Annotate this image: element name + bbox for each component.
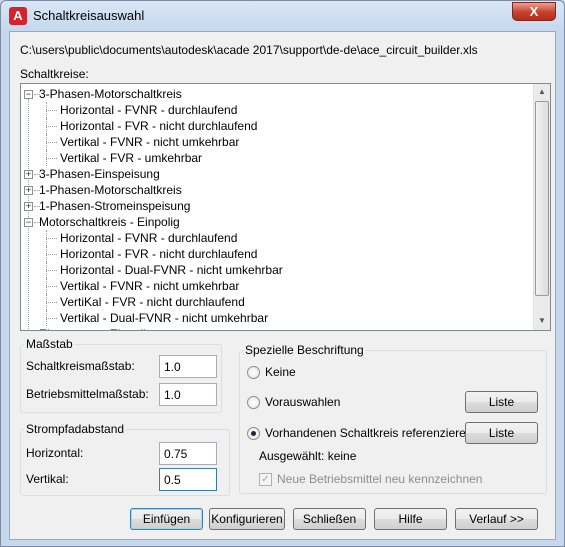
radio-reference-label[interactable]: Vorhandenen Schaltkreis referenzieren	[265, 426, 472, 440]
close-button[interactable]: Schließen	[293, 508, 366, 530]
selected-status: Ausgewählt: keine	[259, 449, 357, 463]
tree-leaf-node[interactable]: Horizontal - Dual-FVNR - nicht umkehrbar	[21, 262, 536, 278]
tree-connector	[46, 254, 57, 255]
expand-icon[interactable]: +	[24, 186, 33, 195]
tree-node-label: Motorschaltkreis - Einpolig	[39, 215, 180, 229]
radio-reference[interactable]	[247, 427, 260, 440]
insert-button[interactable]: Einfügen	[130, 508, 203, 530]
tree-node-label: Horizontal - Dual-FVNR - nicht umkehrbar	[60, 263, 283, 277]
radio-preselect[interactable]	[247, 396, 260, 409]
help-button[interactable]: Hilfe	[374, 508, 447, 530]
horizontal-spacing-input[interactable]	[159, 442, 217, 465]
configure-button[interactable]: Konfigurieren	[209, 508, 285, 530]
circuit-scale-input[interactable]	[159, 355, 217, 378]
tree-node-label: Horizontal - FVR - nicht durchlaufend	[60, 119, 258, 133]
vertical-spacing-label: Vertikal:	[26, 472, 69, 486]
scroll-down-icon[interactable]: ▼	[534, 313, 550, 329]
tree-node-label: 1-Phasen-Stromeinspeisung	[39, 199, 191, 213]
dialog-body: C:\users\public\documents\autodesk\acade…	[9, 31, 556, 540]
reference-list-button[interactable]: Liste	[465, 422, 538, 444]
annotation-legend: Spezielle Beschriftung	[243, 343, 366, 357]
horizontal-spacing-label: Horizontal:	[26, 446, 84, 460]
tree-scrollbar[interactable]: ▲ ▼	[533, 84, 550, 330]
tree-group-node[interactable]: +3-Phasen-Einspeisung	[21, 166, 536, 182]
tree-node-label: Vertikal - FVNR - nicht umkehrbar	[60, 135, 240, 149]
radio-preselect-label[interactable]: Vorauswahlen	[265, 395, 340, 409]
renumber-checkbox[interactable]: ✓	[259, 473, 272, 486]
scale-legend: Maßstab	[24, 337, 75, 351]
tree-node-label: Horizontal - FVNR - durchlaufend	[60, 103, 238, 117]
scroll-up-icon[interactable]: ▲	[534, 84, 550, 100]
dialog-window: A Schaltkreisauswahl X C:\users\public\d…	[0, 0, 565, 547]
tree-leaf-node[interactable]: VertiKal - FVR - nicht durchlaufend	[21, 294, 536, 310]
file-path: C:\users\public\documents\autodesk\acade…	[20, 43, 478, 57]
circuit-scale-label: Schaltkreismaßstab:	[26, 359, 135, 373]
tree-leaf-node[interactable]: Horizontal - FVR - nicht durchlaufend	[21, 246, 536, 262]
tree-connector	[46, 318, 57, 319]
component-scale-label: Betriebsmittelmaßstab:	[26, 387, 149, 401]
expand-icon[interactable]: +	[26, 330, 31, 331]
tree-connector	[46, 110, 57, 111]
tree-connector	[46, 270, 57, 271]
tree-group-node[interactable]: −3-Phasen-Motorschaltkreis	[21, 86, 536, 102]
history-button[interactable]: Verlauf >>	[455, 508, 538, 530]
tree-node-label: 3-Phasen-Einspeisung	[39, 167, 160, 181]
expand-icon[interactable]: +	[24, 170, 33, 179]
radio-none[interactable]	[247, 366, 260, 379]
tree-node-label: Horizontal - FVNR - durchlaufend	[60, 231, 238, 245]
tree-node-label: 3-Phasen-Motorschaltkreis	[39, 87, 182, 101]
collapse-icon[interactable]: −	[24, 218, 33, 227]
circuit-tree[interactable]: −3-Phasen-Motorschaltkreis Horizontal - F…	[20, 83, 551, 331]
tree-group-node[interactable]: +1-Phasen-Stromeinspeisung	[21, 198, 536, 214]
window-title: Schaltkreisauswahl	[33, 8, 145, 23]
tree-connector	[46, 126, 57, 127]
close-window-button[interactable]: X	[512, 2, 556, 21]
tree-leaf-node[interactable]: Vertikal - FVNR - nicht umkehrbar	[21, 134, 536, 150]
tree-leaf-node[interactable]: Vertikal - FVNR - nicht umkehrbar	[21, 278, 536, 294]
preselect-list-button[interactable]: Liste	[465, 391, 538, 413]
tree-node-label: Horizontal - FVR - nicht durchlaufend	[60, 247, 258, 261]
tree-connector	[46, 286, 57, 287]
tree-connector	[46, 302, 57, 303]
radio-none-label[interactable]: Keine	[265, 365, 296, 379]
tree-leaf-node[interactable]: Horizontal - FVNR - durchlaufend	[21, 230, 536, 246]
tree-connector	[46, 158, 57, 159]
tree-leaf-node[interactable]: Vertikal - Dual-FVNR - nicht umkehrbar	[21, 310, 536, 326]
autocad-logo-icon: A	[9, 7, 27, 25]
tree-leaf-node[interactable]: Horizontal - FVNR - durchlaufend	[21, 102, 536, 118]
tree-node-label: VertiKal - FVR - nicht durchlaufend	[60, 295, 245, 309]
tree-leaf-node[interactable]: Vertikal - FVR - umkehrbar	[21, 150, 536, 166]
tree-connector	[46, 238, 57, 239]
tree-node-label: Vertikal - Dual-FVNR - nicht umkehrbar	[60, 311, 269, 325]
tree-node-label: Vertikal - FVNR - nicht umkehrbar	[60, 279, 240, 293]
title-bar[interactable]: A Schaltkreisauswahl X	[1, 1, 564, 31]
vertical-spacing-input[interactable]	[159, 468, 217, 491]
tree-node-label: Elementares Einpolig	[39, 326, 152, 330]
circuits-label: Schaltkreise:	[20, 67, 89, 81]
renumber-checkbox-label[interactable]: Neue Betriebsmittel neu kennzeichnen	[277, 472, 482, 486]
tree-group-node[interactable]: + Elementares Einpolig	[21, 326, 536, 331]
component-scale-input[interactable]	[159, 383, 217, 406]
collapse-icon[interactable]: −	[24, 90, 33, 99]
tree-leaf-node[interactable]: Horizontal - FVR - nicht durchlaufend	[21, 118, 536, 134]
rung-spacing-legend: Strompfadabstand	[24, 422, 127, 436]
tree-node-label: Vertikal - FVR - umkehrbar	[60, 151, 203, 165]
tree-group-node[interactable]: − Motorschaltkreis - Einpolig	[21, 214, 536, 230]
scroll-thumb[interactable]	[535, 101, 549, 296]
tree-group-node[interactable]: +1-Phasen-Motorschaltkreis	[21, 182, 536, 198]
tree-connector	[46, 142, 57, 143]
expand-icon[interactable]: +	[24, 202, 33, 211]
tree-node-label: 1-Phasen-Motorschaltkreis	[39, 183, 182, 197]
